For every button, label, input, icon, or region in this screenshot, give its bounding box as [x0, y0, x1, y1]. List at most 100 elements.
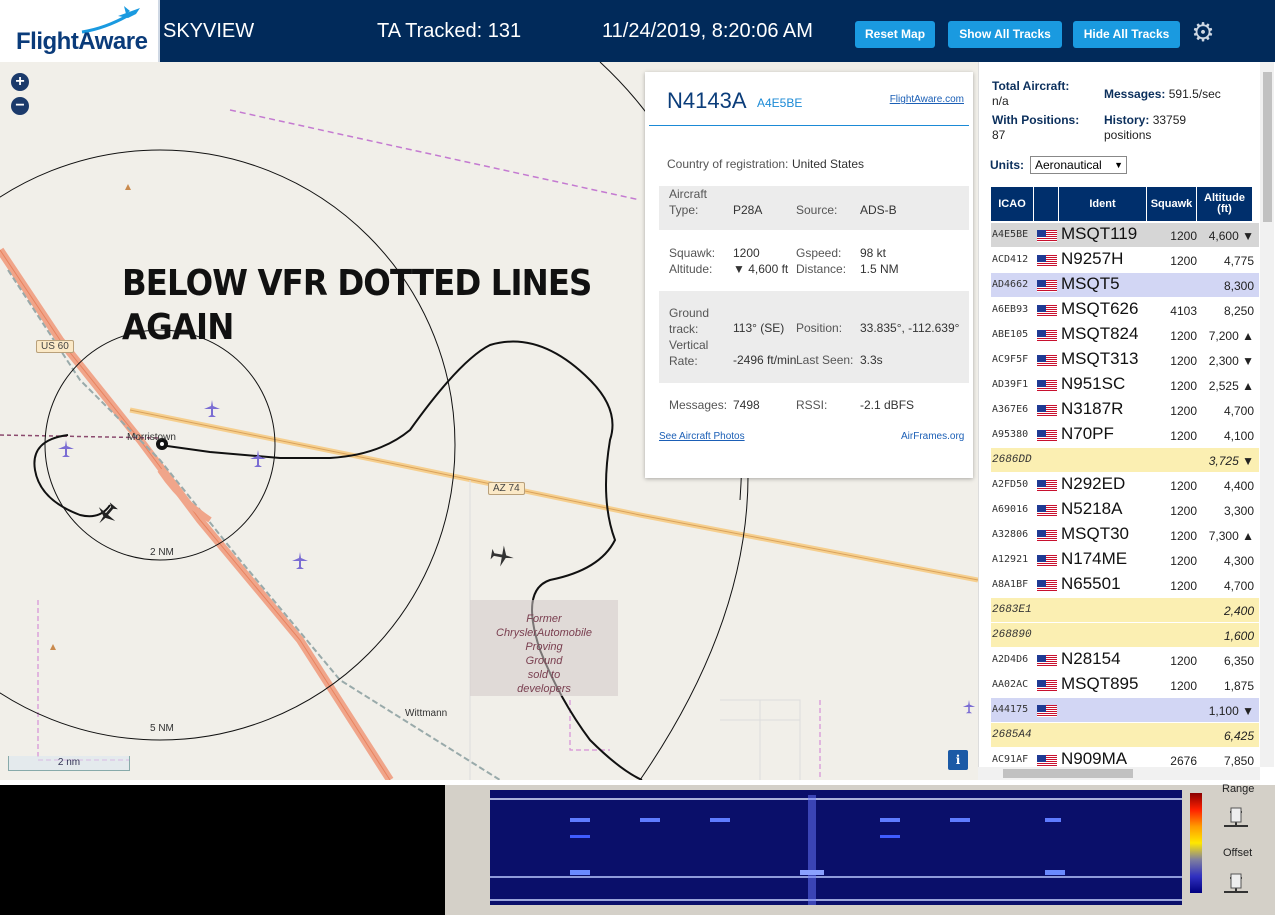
info-icon[interactable]: i [948, 750, 968, 770]
squawk-cell: 4103 [1170, 304, 1197, 318]
ident-cell: N5218A [1061, 499, 1123, 518]
zoom-in-button[interactable]: + [11, 73, 29, 91]
icao-cell: 2683E1 [992, 604, 1032, 616]
gear-icon[interactable]: ⚙ [1190, 19, 1216, 45]
table-row[interactable]: 2683E1 2,400 [991, 598, 1259, 623]
altitude-cell: 1,100 ▼ [1208, 704, 1254, 718]
squawk-cell: 1200 [1170, 554, 1197, 568]
us-flag-icon [1037, 355, 1057, 367]
squawk-cell: 1200 [1170, 479, 1197, 493]
zoom-out-button[interactable]: − [11, 97, 29, 115]
altitude-cell: 7,850 [1223, 754, 1254, 768]
ident-cell: MSQT313 [1061, 349, 1139, 368]
popup-icao[interactable]: A4E5BE [757, 96, 802, 110]
table-row[interactable]: AC9F5F MSQT313 1200 2,300 ▼ [991, 348, 1259, 373]
us-flag-icon [1037, 255, 1057, 267]
table-row[interactable]: A69016 N5218A 1200 3,300 [991, 498, 1259, 523]
table-row[interactable]: A12921 N174ME 1200 4,300 [991, 548, 1259, 573]
reset-map-button[interactable]: Reset Map [855, 21, 935, 48]
table-row[interactable]: A32806 MSQT30 1200 7,300 ▲ [991, 523, 1259, 548]
logo-text: FlightAware [16, 28, 148, 55]
scroll-thumb[interactable] [1003, 769, 1133, 778]
table-row[interactable]: A8A1BF N65501 1200 4,700 [991, 573, 1259, 598]
table-row[interactable]: ACD412 N9257H 1200 4,775 [991, 248, 1259, 273]
aircraft-photos-link[interactable]: See Aircraft Photos [659, 431, 745, 442]
units-label: Units: [990, 158, 1024, 172]
table-row[interactable]: AA02AC MSQT895 1200 1,875 [991, 673, 1259, 698]
table-row[interactable]: A4E5BE MSQT119 1200 4,600 ▼ [991, 223, 1259, 248]
aircraft-icon[interactable] [204, 400, 220, 418]
town-label: Morristown [127, 432, 176, 443]
aircraft-icon[interactable] [58, 440, 74, 458]
table-row[interactable]: A2D4D6 N28154 1200 6,350 [991, 648, 1259, 673]
icao-cell: A12921 [992, 554, 1029, 565]
country-label: Country of registration: [667, 157, 789, 171]
us-flag-icon [1037, 655, 1057, 667]
altitude-cell: 1,875 [1223, 679, 1254, 693]
vertical-scrollbar[interactable] [1260, 62, 1274, 767]
table-row[interactable]: A2FD50 N292ED 1200 4,400 [991, 473, 1259, 498]
units-select[interactable]: Aeronautical ▼ [1030, 156, 1127, 174]
icao-cell: A44175 [992, 704, 1029, 715]
flightaware-link[interactable]: FlightAware.com [890, 94, 964, 105]
vertical-rate-label: Vertical Rate: [669, 338, 709, 368]
altitude-cell: 4,775 [1223, 254, 1254, 268]
hide-all-tracks-button[interactable]: Hide All Tracks [1073, 21, 1180, 48]
col-icao[interactable]: ICAO [991, 187, 1034, 221]
distance-label: Distance: [796, 262, 847, 276]
table-row[interactable]: 2685A4 6,425 [991, 723, 1259, 748]
altitude-label: Altitude: [669, 262, 713, 276]
range-slider[interactable] [1222, 806, 1250, 828]
aircraft-icon[interactable] [962, 700, 976, 714]
ground-track-label: Ground track: [669, 306, 710, 336]
airframes-link[interactable]: AirFrames.org [901, 431, 964, 442]
vertical-rate-value: -2496 ft/min [733, 353, 797, 367]
flightaware-logo[interactable]: FlightAware [0, 0, 160, 62]
black-panel [0, 785, 445, 915]
selected-aircraft-icon[interactable] [488, 543, 515, 569]
distance-value: 1.5 NM [860, 262, 899, 276]
aircraft-icon[interactable] [292, 552, 308, 570]
table-row[interactable]: A367E6 N3187R 1200 4,700 [991, 398, 1259, 423]
show-all-tracks-button[interactable]: Show All Tracks [948, 21, 1062, 48]
altitude-cell: 7,300 ▲ [1208, 529, 1254, 543]
table-row[interactable]: 2686DD 3,725 ▼ [991, 448, 1259, 473]
squawk-cell: 1200 [1170, 429, 1197, 443]
ident-cell: N65501 [1061, 574, 1121, 593]
gspeed-label: Gspeed: [796, 246, 842, 260]
col-squawk[interactable]: Squawk [1147, 187, 1197, 221]
altitude-cell: 4,600 ▼ [1208, 229, 1254, 243]
table-row[interactable]: 268890 1,600 [991, 623, 1259, 648]
range-ring-label: 2 NM [150, 547, 174, 558]
ident-cell: N174ME [1061, 549, 1128, 568]
horizontal-scrollbar[interactable] [978, 767, 1260, 780]
popup-ident: N4143A [667, 88, 747, 113]
col-altitude[interactable]: Altitude (ft) [1197, 187, 1253, 221]
table-row[interactable]: AD39F1 N951SC 1200 2,525 ▲ [991, 373, 1259, 398]
squawk-cell: 2676 [1170, 754, 1197, 768]
squawk-cell: 1200 [1170, 654, 1197, 668]
source-value: ADS-B [860, 203, 897, 217]
table-row[interactable]: AD4662 MSQT5 8,300 [991, 273, 1259, 298]
aircraft-side-panel: Total Aircraft: n/a Messages: 591.5/sec … [978, 62, 1275, 780]
altitude-cell: 8,300 [1223, 279, 1254, 293]
us-flag-icon [1037, 705, 1057, 717]
icao-cell: AC91AF [992, 754, 1029, 765]
offset-slider[interactable] [1222, 872, 1250, 894]
col-flag[interactable] [1034, 187, 1059, 221]
ident-cell: MSQT119 [1061, 224, 1138, 243]
aircraft-icon[interactable] [250, 450, 266, 468]
table-row[interactable]: A6EB93 MSQT626 4103 8,250 [991, 298, 1259, 323]
table-row[interactable]: ABE105 MSQT824 1200 7,200 ▲ [991, 323, 1259, 348]
col-ident[interactable]: Ident [1059, 187, 1147, 221]
color-scale [1190, 793, 1202, 893]
waterfall-display [490, 790, 1182, 905]
table-row[interactable]: A44175 1,100 ▼ [991, 698, 1259, 723]
table-row[interactable]: A95380 N70PF 1200 4,100 [991, 423, 1259, 448]
altitude-cell: 7,200 ▲ [1208, 329, 1254, 343]
ident-cell: MSQT626 [1061, 299, 1139, 318]
altitude-cell: 4,300 [1223, 554, 1254, 568]
scroll-thumb[interactable] [1263, 72, 1272, 222]
top-header: FlightAware SKYVIEW TA Tracked: 131 11/2… [0, 0, 1275, 62]
history-stat: History: 33759 [1104, 113, 1187, 127]
